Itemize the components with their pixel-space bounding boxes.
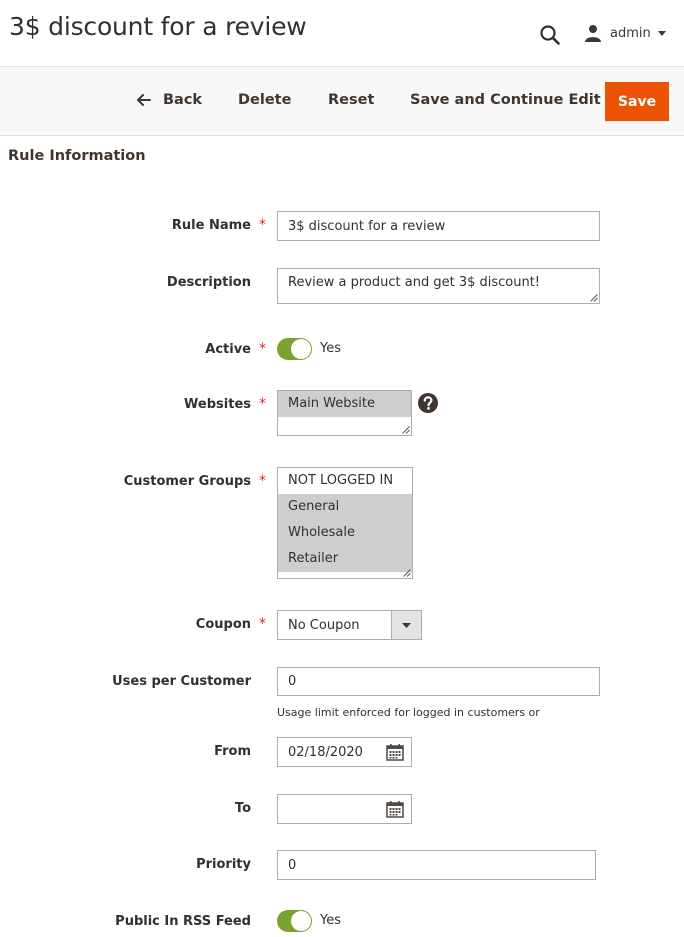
- page-header: 3$ discount for a review admin: [0, 0, 684, 66]
- search-icon[interactable]: [539, 24, 561, 46]
- rule-name-label: Rule Name: [171, 218, 251, 233]
- back-arrow-icon: [137, 94, 151, 106]
- active-toggle-state: Yes: [320, 341, 341, 356]
- user-icon: [585, 25, 601, 42]
- websites-multiselect[interactable]: Main Website: [277, 390, 412, 436]
- back-button[interactable]: Back: [137, 92, 202, 108]
- back-label: Back: [163, 92, 203, 108]
- rss-feed-toggle-state: Yes: [320, 913, 341, 928]
- required-marker: *: [259, 396, 266, 412]
- toggle-knob: [291, 911, 311, 931]
- section-title: Rule Information: [8, 148, 146, 164]
- description-textarea[interactable]: Review a product and get 3$ discount!: [277, 268, 600, 304]
- websites-label: Websites: [184, 397, 251, 412]
- active-label: Active: [205, 342, 251, 357]
- description-text: Review a product and get 3$ discount!: [288, 275, 541, 290]
- caret-down-icon: [657, 30, 666, 36]
- from-date-value: 02/18/2020: [288, 744, 363, 760]
- toggle-knob: [291, 339, 311, 359]
- description-label: Description: [166, 275, 251, 290]
- to-label: To: [234, 801, 251, 816]
- chevron-down-icon: [402, 622, 411, 628]
- save-button[interactable]: Save: [605, 82, 669, 121]
- admin-user-menu[interactable]: admin: [584, 22, 666, 44]
- required-marker: *: [259, 473, 266, 489]
- help-icon[interactable]: [418, 393, 438, 413]
- rule-name-input[interactable]: 3$ discount for a review: [277, 211, 600, 241]
- customer-group-option[interactable]: Wholesale: [278, 520, 412, 546]
- coupon-selected-value: No Coupon: [288, 617, 360, 633]
- customer-groups-label: Customer Groups: [123, 474, 251, 489]
- priority-input[interactable]: 0: [277, 850, 596, 880]
- user-name: admin: [610, 25, 651, 41]
- customer-group-option[interactable]: Retailer: [278, 546, 412, 572]
- page-title: 3$ discount for a review: [9, 12, 307, 41]
- customer-group-option[interactable]: General: [278, 494, 412, 520]
- reset-button[interactable]: Reset: [328, 92, 374, 108]
- priority-label: Priority: [196, 857, 251, 872]
- rss-feed-label: Public In RSS Feed: [115, 914, 251, 929]
- required-marker: *: [259, 217, 266, 233]
- delete-button[interactable]: Delete: [238, 92, 291, 108]
- coupon-label: Coupon: [195, 617, 251, 632]
- calendar-icon[interactable]: [386, 800, 404, 818]
- uses-per-customer-input[interactable]: 0: [277, 667, 600, 696]
- active-toggle[interactable]: [277, 338, 312, 360]
- calendar-icon[interactable]: [386, 743, 404, 761]
- resize-grip-icon[interactable]: [402, 426, 410, 434]
- select-arrow[interactable]: [391, 611, 421, 639]
- from-label: From: [214, 744, 251, 759]
- coupon-select[interactable]: No Coupon: [277, 610, 422, 640]
- required-marker: *: [259, 341, 266, 357]
- save-and-continue-button[interactable]: Save and Continue Edit: [410, 92, 601, 108]
- uses-per-customer-label: Uses per Customer: [112, 674, 251, 689]
- customer-group-option[interactable]: NOT LOGGED IN: [278, 468, 412, 494]
- resize-grip-icon[interactable]: [403, 569, 411, 577]
- rss-feed-toggle[interactable]: [277, 910, 312, 932]
- uses-per-customer-note: Usage limit enforced for logged in custo…: [277, 706, 540, 719]
- from-date-input[interactable]: 02/18/2020: [277, 737, 412, 767]
- website-option[interactable]: Main Website: [278, 391, 411, 417]
- required-marker: *: [259, 616, 266, 632]
- customer-groups-multiselect[interactable]: NOT LOGGED IN General Wholesale Retailer: [277, 467, 413, 579]
- to-date-input[interactable]: [277, 794, 412, 824]
- resize-grip-icon[interactable]: [590, 294, 598, 302]
- page-actions-toolbar: Back Delete Reset Save and Continue Edit…: [0, 66, 684, 136]
